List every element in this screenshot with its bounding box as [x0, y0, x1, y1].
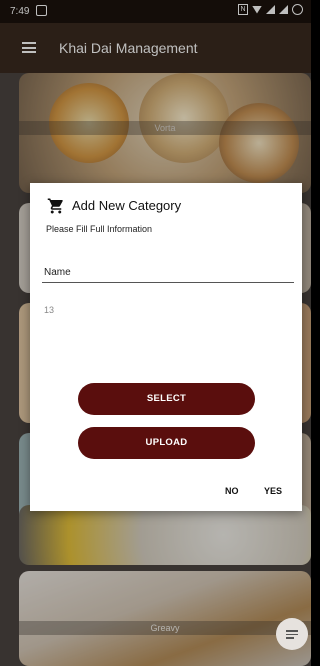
value-text: 13 [44, 305, 55, 315]
playlist-add-icon [286, 630, 298, 639]
name-label: Name [44, 267, 71, 278]
yes-button[interactable]: YES [264, 486, 282, 496]
cart-icon [47, 198, 63, 214]
no-button[interactable]: NO [225, 486, 239, 496]
select-button[interactable]: SELECT [78, 383, 255, 415]
dialog-title: Add New Category [72, 198, 182, 213]
dialog-subtitle: Please Fill Full Information [46, 224, 153, 234]
add-fab-button[interactable] [276, 618, 308, 650]
name-field[interactable]: Name [42, 265, 294, 283]
add-category-dialog: Add New Category Please Fill Full Inform… [30, 183, 302, 511]
upload-button[interactable]: UPLOAD [78, 427, 255, 459]
